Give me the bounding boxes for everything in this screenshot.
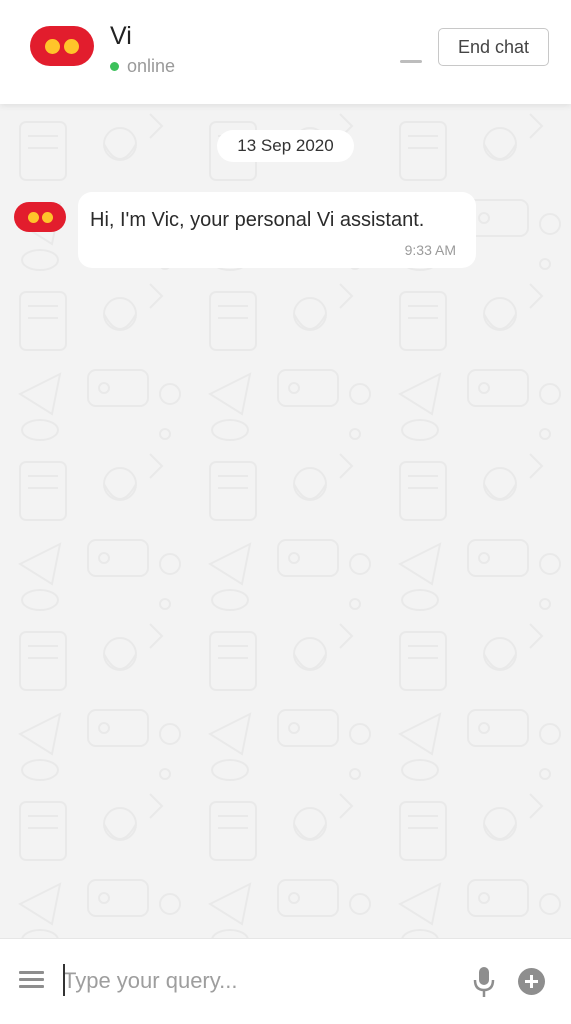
- bot-message-bubble: Hi, I'm Vic, your personal Vi assistant.…: [78, 192, 476, 268]
- plus-circle-icon[interactable]: [517, 967, 546, 996]
- status-label: online: [127, 56, 176, 76]
- text-cursor: [63, 964, 65, 996]
- hamburger-menu-icon[interactable]: [19, 971, 44, 989]
- message-input-bar: [0, 938, 571, 1024]
- date-separator: 13 Sep 2020: [217, 130, 354, 162]
- chat-app: Vi online End chat 13 Sep 2020 Hi, I'm V…: [0, 0, 571, 1024]
- minimize-icon[interactable]: [398, 45, 424, 65]
- bot-avatar-icon: [14, 202, 66, 232]
- chat-title: Vi: [110, 22, 132, 50]
- online-status: online: [110, 56, 175, 77]
- message-text: Hi, I'm Vic, your personal Vi assistant.: [90, 209, 425, 231]
- vi-logo-icon: [30, 26, 94, 66]
- online-dot-icon: [110, 62, 119, 71]
- chat-header: Vi online End chat: [0, 0, 571, 104]
- query-input[interactable]: [63, 963, 443, 999]
- chat-messages-area[interactable]: 13 Sep 2020 Hi, I'm Vic, your personal V…: [0, 104, 571, 938]
- message-timestamp: 9:33 AM: [404, 242, 456, 258]
- microphone-icon[interactable]: [470, 965, 498, 999]
- end-chat-button[interactable]: End chat: [438, 28, 549, 66]
